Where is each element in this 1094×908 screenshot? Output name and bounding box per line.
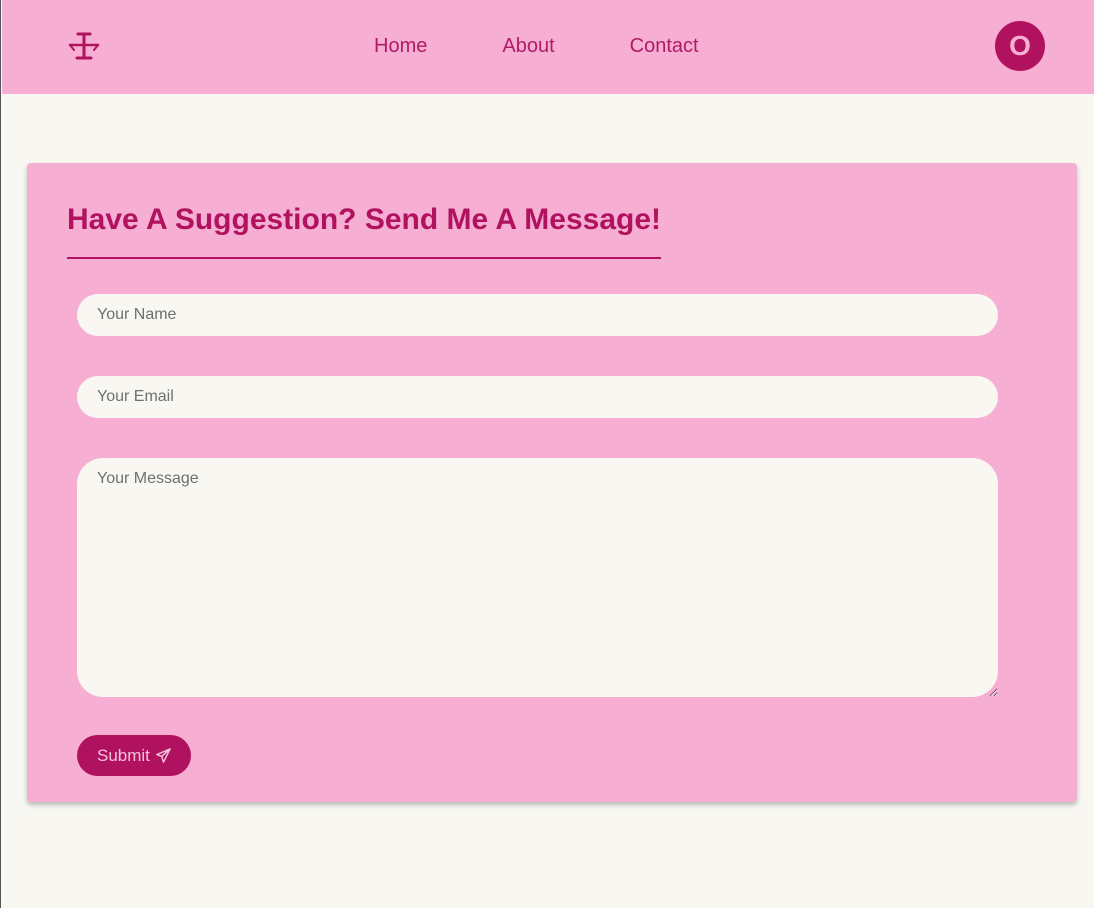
paper-plane-icon xyxy=(156,748,171,763)
nav-link-about[interactable]: About xyxy=(502,34,554,58)
nav-link-contact[interactable]: Contact xyxy=(630,34,699,58)
main-nav: Home About Contact xyxy=(374,34,699,58)
email-input[interactable] xyxy=(77,376,998,418)
navbar: Home About Contact O xyxy=(2,0,1094,94)
submit-label: Submit xyxy=(97,745,150,765)
name-input[interactable] xyxy=(77,294,998,336)
nav-link-home[interactable]: Home xyxy=(374,34,427,58)
message-textarea[interactable] xyxy=(77,458,998,697)
scales-logo-icon[interactable] xyxy=(66,28,102,64)
avatar[interactable]: O xyxy=(995,21,1045,71)
submit-button[interactable]: Submit xyxy=(77,735,191,776)
form-title: Have A Suggestion? Send Me A Message! xyxy=(67,203,662,259)
contact-form-card: Have A Suggestion? Send Me A Message! Su… xyxy=(27,163,1077,802)
